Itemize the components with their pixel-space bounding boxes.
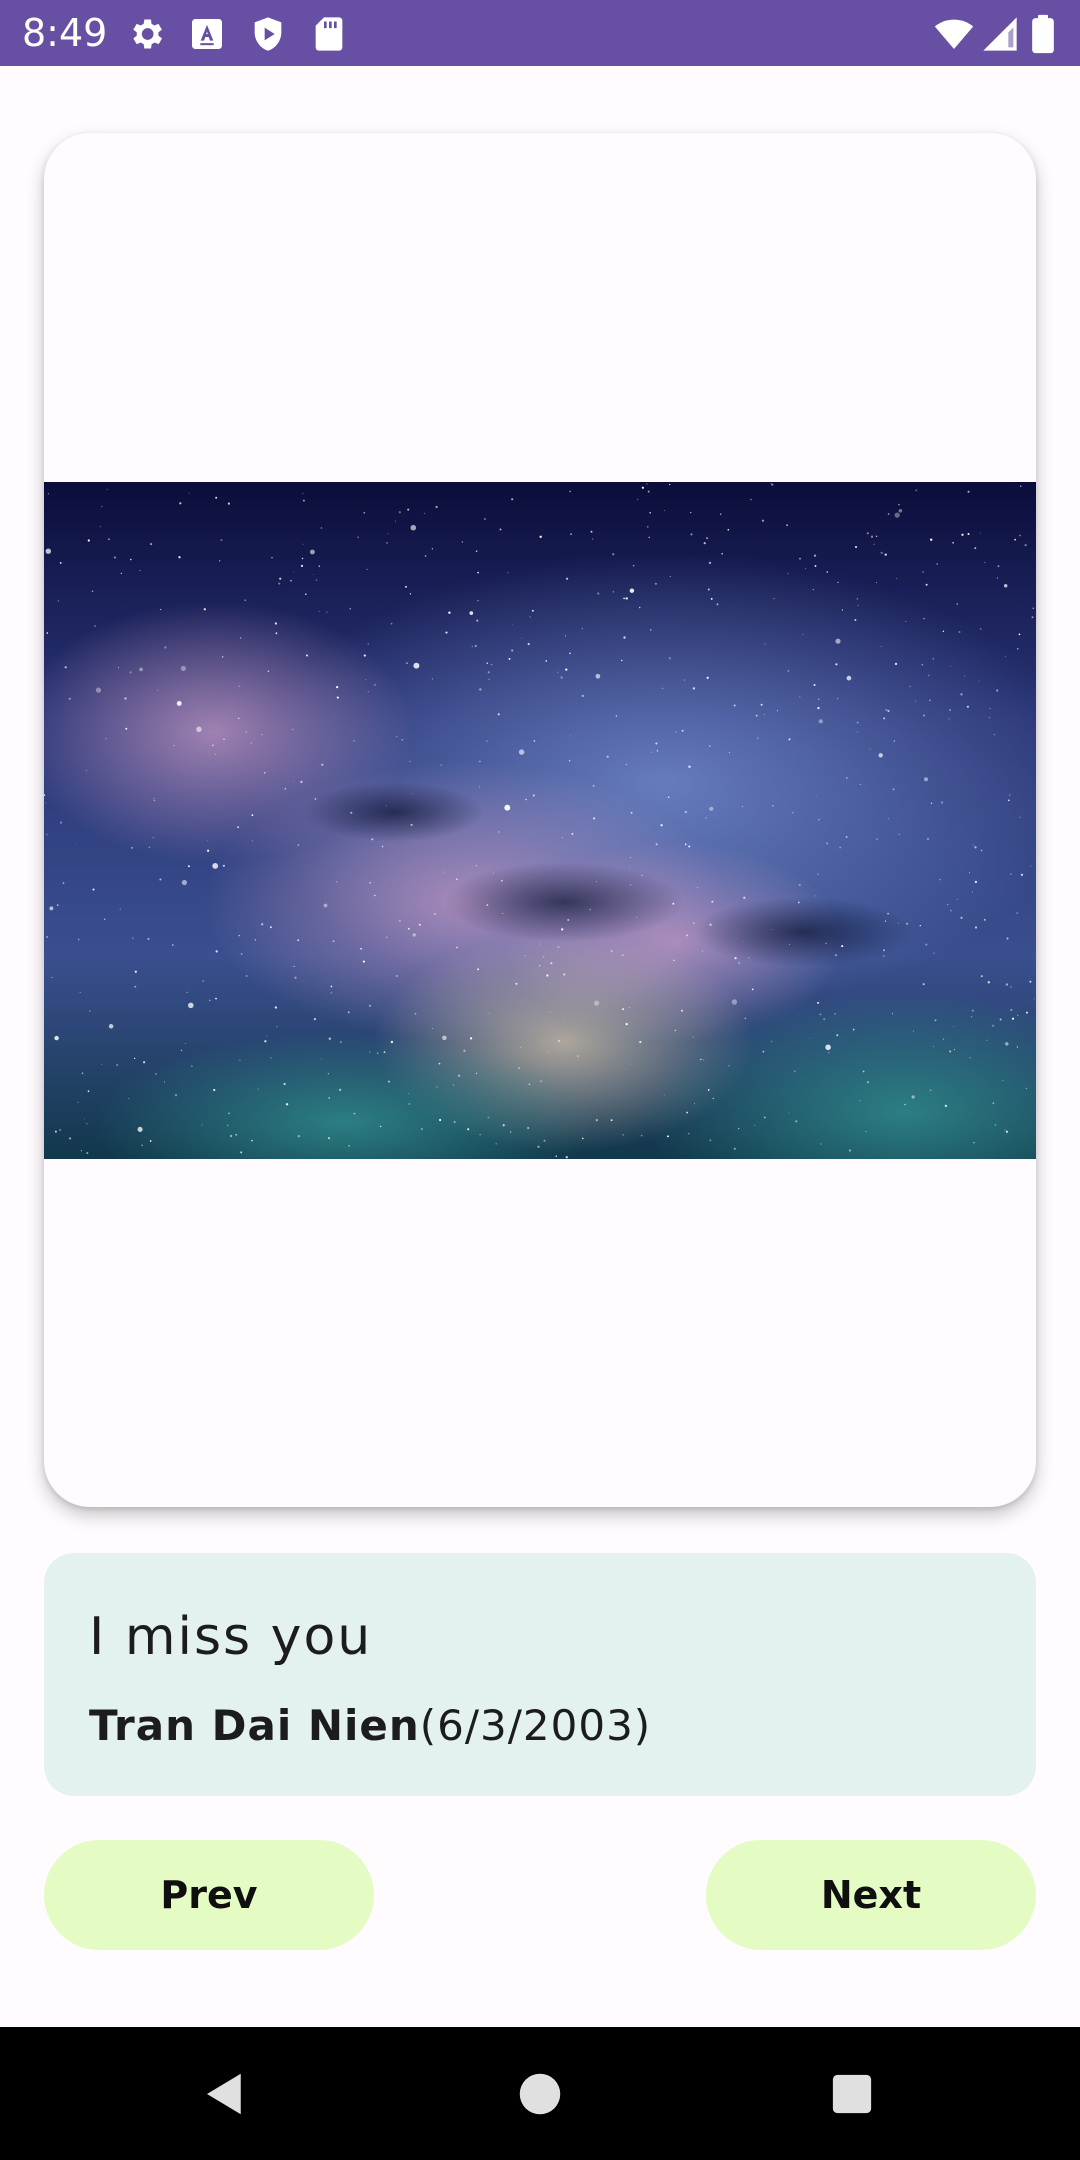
play-protect-icon <box>248 14 288 54</box>
home-icon[interactable] <box>513 2067 567 2121</box>
status-time: 8:49 <box>22 11 108 55</box>
settings-icon <box>126 14 166 54</box>
message-panel: I miss you Tran Dai Nien(6/3/2003) <box>44 1553 1036 1796</box>
wifi-icon <box>934 14 974 54</box>
prev-button[interactable]: Prev <box>44 1840 374 1950</box>
cell-signal-icon <box>980 14 1020 54</box>
back-icon[interactable] <box>198 2067 252 2121</box>
photo-card <box>44 133 1036 1507</box>
message-text: I miss you <box>89 1607 373 1667</box>
status-bar: 8:49 <box>0 0 1080 66</box>
starry-sky-image <box>44 482 1036 1159</box>
next-button[interactable]: Next <box>706 1840 1036 1950</box>
author-date: (6/3/2003) <box>419 1701 652 1750</box>
system-nav-bar <box>0 2027 1080 2160</box>
recents-icon[interactable] <box>825 2067 879 2121</box>
a11y-a-icon <box>187 14 227 54</box>
sd-card-icon <box>309 14 349 54</box>
author-line: Tran Dai Nien(6/3/2003) <box>89 1699 651 1753</box>
author-name: Tran Dai Nien <box>89 1701 420 1750</box>
battery-icon <box>1028 14 1058 54</box>
